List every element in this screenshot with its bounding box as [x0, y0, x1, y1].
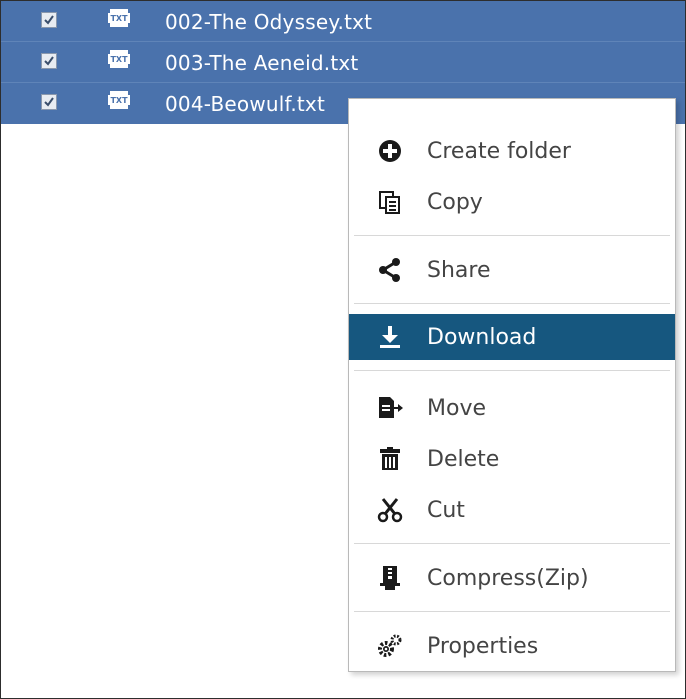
menu-item-delete[interactable]: Delete	[349, 436, 675, 482]
scissors-icon	[377, 498, 403, 523]
file-row[interactable]: TXT 002-The Odyssey.txt	[1, 1, 685, 42]
menu-item-label: Download	[427, 325, 537, 350]
menu-item-label: Compress(Zip)	[427, 566, 589, 591]
svg-text:TXT: TXT	[110, 55, 128, 64]
menu-item-label: Copy	[427, 190, 483, 215]
menu-item-label: Create folder	[427, 139, 571, 164]
plus-circle-icon	[379, 140, 401, 162]
file-name[interactable]: 003-The Aeneid.txt	[165, 51, 358, 75]
copy-icon	[379, 191, 400, 214]
menu-item-share[interactable]: Share	[349, 247, 675, 293]
menu-item-download[interactable]: Download	[349, 314, 675, 360]
gears-icon	[378, 634, 402, 657]
trash-icon	[380, 447, 400, 470]
file-name[interactable]: 002-The Odyssey.txt	[165, 10, 372, 34]
compress-icon	[380, 566, 400, 590]
file-name[interactable]: 004-Beowulf.txt	[165, 92, 325, 116]
share-icon	[379, 258, 400, 282]
menu-item-copy[interactable]: Copy	[349, 179, 675, 225]
txt-file-icon: TXT	[108, 50, 130, 68]
download-icon	[380, 326, 400, 348]
row-checkbox[interactable]	[41, 94, 57, 110]
svg-text:TXT: TXT	[110, 96, 128, 105]
context-menu: Create folder Copy Share Download Move D…	[348, 98, 676, 672]
menu-item-properties[interactable]: Properties	[349, 623, 675, 669]
txt-file-icon: TXT	[108, 91, 130, 109]
txt-file-icon: TXT	[108, 9, 130, 27]
row-checkbox[interactable]	[41, 53, 57, 69]
menu-item-create-folder[interactable]: Create folder	[349, 128, 675, 174]
svg-text:TXT: TXT	[110, 14, 128, 23]
menu-item-label: Cut	[427, 498, 465, 523]
menu-item-label: Share	[427, 258, 491, 283]
row-checkbox[interactable]	[41, 12, 57, 28]
menu-item-cut[interactable]: Cut	[349, 487, 675, 533]
menu-item-compress[interactable]: Compress(Zip)	[349, 555, 675, 601]
file-row[interactable]: TXT 003-The Aeneid.txt	[1, 42, 685, 83]
menu-item-label: Move	[427, 396, 486, 421]
menu-item-label: Delete	[427, 447, 500, 472]
menu-item-label: Properties	[427, 634, 539, 659]
menu-item-move[interactable]: Move	[349, 385, 675, 431]
move-icon	[379, 397, 403, 418]
